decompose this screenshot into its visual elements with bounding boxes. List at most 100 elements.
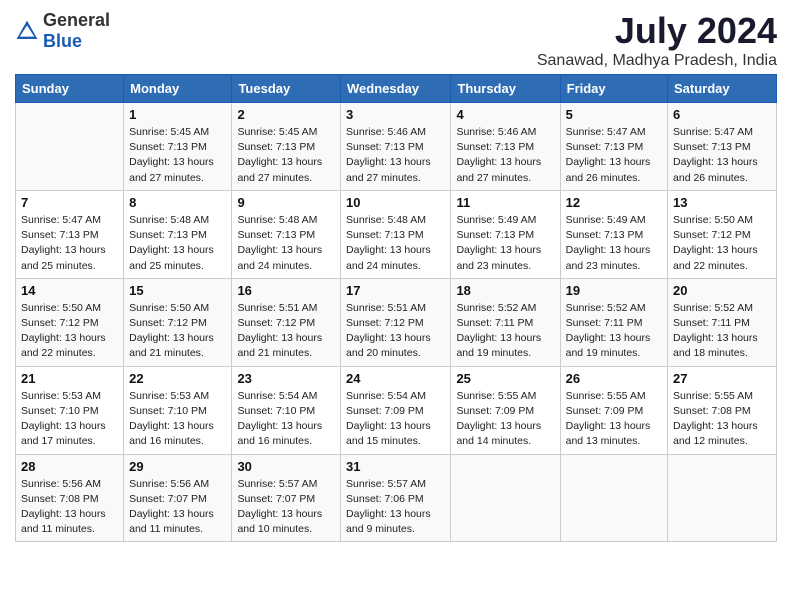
calendar-cell: 25 Sunrise: 5:55 AM Sunset: 7:09 PM Dayli… [451, 366, 560, 454]
calendar-cell: 4 Sunrise: 5:46 AM Sunset: 7:13 PM Daylig… [451, 103, 560, 191]
calendar-cell: 18Sunrise: 5:52 AM Sunset: 7:11 PM Dayli… [451, 278, 560, 366]
column-header-monday: Monday [124, 75, 232, 103]
day-number: 22 [129, 371, 226, 386]
cell-info: Sunrise: 5:45 AM Sunset: 7:13 PM Dayligh… [129, 125, 226, 186]
cell-info: Sunrise: 5:55 AM Sunset: 7:08 PM Dayligh… [673, 389, 771, 450]
calendar-table: SundayMondayTuesdayWednesdayThursdayFrid… [15, 74, 777, 542]
calendar-cell: 3Sunrise: 5:46 AM Sunset: 7:13 PM Daylig… [341, 103, 451, 191]
column-header-tuesday: Tuesday [232, 75, 341, 103]
calendar-cell: 11Sunrise: 5:49 AM Sunset: 7:13 PM Dayli… [451, 190, 560, 278]
day-number: 8 [129, 195, 226, 210]
cell-info: Sunrise: 5:53 AM Sunset: 7:10 PM Dayligh… [21, 389, 118, 450]
cell-info: Sunrise: 5:55 AM Sunset: 7:09 PM Dayligh… [566, 389, 662, 450]
calendar-cell: 6Sunrise: 5:47 AM Sunset: 7:13 PM Daylig… [668, 103, 777, 191]
calendar-cell: 14 Sunrise: 5:50 AM Sunset: 7:12 PM Dayli… [16, 278, 124, 366]
day-number: 14 [21, 283, 118, 298]
calendar-cell: 21 Sunrise: 5:53 AM Sunset: 7:10 PM Dayli… [16, 366, 124, 454]
cell-info: Sunrise: 5:52 AM Sunset: 7:11 PM Dayligh… [566, 301, 662, 362]
calendar-cell: 9 Sunrise: 5:48 AM Sunset: 7:13 PM Daylig… [232, 190, 341, 278]
calendar-cell: 7 Sunrise: 5:47 AM Sunset: 7:13 PM Daylig… [16, 190, 124, 278]
cell-info: Sunrise: 5:47 AM Sunset: 7:13 PM Dayligh… [21, 213, 118, 274]
day-number: 10 [346, 195, 445, 210]
calendar-cell [16, 103, 124, 191]
cell-info: Sunrise: 5:55 AM Sunset: 7:09 PM Dayligh… [456, 389, 554, 450]
day-number: 12 [566, 195, 662, 210]
day-number: 26 [566, 371, 662, 386]
calendar-header-row: SundayMondayTuesdayWednesdayThursdayFrid… [16, 75, 777, 103]
header-section: General Blue July 2024 Sanawad, Madhya P… [15, 10, 777, 70]
cell-info: Sunrise: 5:48 AM Sunset: 7:13 PM Dayligh… [129, 213, 226, 274]
cell-info: Sunrise: 5:52 AM Sunset: 7:11 PM Dayligh… [456, 301, 554, 362]
calendar-cell: 17 Sunrise: 5:51 AM Sunset: 7:12 PM Dayli… [341, 278, 451, 366]
logo: General Blue [15, 10, 110, 52]
calendar-cell: 15 Sunrise: 5:50 AM Sunset: 7:12 PM Dayli… [124, 278, 232, 366]
calendar-cell: 20 Sunrise: 5:52 AM Sunset: 7:11 PM Dayli… [668, 278, 777, 366]
column-header-saturday: Saturday [668, 75, 777, 103]
calendar-week-2: 7 Sunrise: 5:47 AM Sunset: 7:13 PM Daylig… [16, 190, 777, 278]
cell-info: Sunrise: 5:50 AM Sunset: 7:12 PM Dayligh… [21, 301, 118, 362]
calendar-cell [668, 454, 777, 542]
calendar-week-5: 28Sunrise: 5:56 AM Sunset: 7:08 PM Dayli… [16, 454, 777, 542]
calendar-week-3: 14 Sunrise: 5:50 AM Sunset: 7:12 PM Dayli… [16, 278, 777, 366]
title-section: July 2024 Sanawad, Madhya Pradesh, India [537, 10, 777, 70]
day-number: 17 [346, 283, 445, 298]
calendar-cell: 29 Sunrise: 5:56 AM Sunset: 7:07 PM Dayli… [124, 454, 232, 542]
calendar-cell: 28Sunrise: 5:56 AM Sunset: 7:08 PM Dayli… [16, 454, 124, 542]
day-number: 21 [21, 371, 118, 386]
calendar-cell: 30Sunrise: 5:57 AM Sunset: 7:07 PM Dayli… [232, 454, 341, 542]
cell-info: Sunrise: 5:51 AM Sunset: 7:12 PM Dayligh… [346, 301, 445, 362]
day-number: 11 [456, 195, 554, 210]
day-number: 1 [129, 107, 226, 122]
column-header-wednesday: Wednesday [341, 75, 451, 103]
day-number: 24 [346, 371, 445, 386]
calendar-week-4: 21 Sunrise: 5:53 AM Sunset: 7:10 PM Dayli… [16, 366, 777, 454]
calendar-cell: 26 Sunrise: 5:55 AM Sunset: 7:09 PM Dayli… [560, 366, 667, 454]
cell-info: Sunrise: 5:49 AM Sunset: 7:13 PM Dayligh… [566, 213, 662, 274]
day-number: 9 [237, 195, 335, 210]
cell-info: Sunrise: 5:45 AM Sunset: 7:13 PM Dayligh… [237, 125, 335, 186]
calendar-cell: 16Sunrise: 5:51 AM Sunset: 7:12 PM Dayli… [232, 278, 341, 366]
calendar-cell: 24 Sunrise: 5:54 AM Sunset: 7:09 PM Dayli… [341, 366, 451, 454]
day-number: 20 [673, 283, 771, 298]
day-number: 2 [237, 107, 335, 122]
cell-info: Sunrise: 5:57 AM Sunset: 7:07 PM Dayligh… [237, 477, 335, 538]
day-number: 3 [346, 107, 445, 122]
cell-info: Sunrise: 5:54 AM Sunset: 7:10 PM Dayligh… [237, 389, 335, 450]
calendar-cell: 8 Sunrise: 5:48 AM Sunset: 7:13 PM Daylig… [124, 190, 232, 278]
day-number: 4 [456, 107, 554, 122]
cell-info: Sunrise: 5:52 AM Sunset: 7:11 PM Dayligh… [673, 301, 771, 362]
cell-info: Sunrise: 5:46 AM Sunset: 7:13 PM Dayligh… [456, 125, 554, 186]
subtitle: Sanawad, Madhya Pradesh, India [537, 52, 777, 70]
day-number: 29 [129, 459, 226, 474]
calendar-cell: 27 Sunrise: 5:55 AM Sunset: 7:08 PM Dayli… [668, 366, 777, 454]
calendar-cell: 10 Sunrise: 5:48 AM Sunset: 7:13 PM Dayli… [341, 190, 451, 278]
cell-info: Sunrise: 5:48 AM Sunset: 7:13 PM Dayligh… [346, 213, 445, 274]
cell-info: Sunrise: 5:54 AM Sunset: 7:09 PM Dayligh… [346, 389, 445, 450]
cell-info: Sunrise: 5:48 AM Sunset: 7:13 PM Dayligh… [237, 213, 335, 274]
cell-info: Sunrise: 5:56 AM Sunset: 7:07 PM Dayligh… [129, 477, 226, 538]
calendar-cell [560, 454, 667, 542]
day-number: 27 [673, 371, 771, 386]
day-number: 31 [346, 459, 445, 474]
calendar-cell: 19 Sunrise: 5:52 AM Sunset: 7:11 PM Dayli… [560, 278, 667, 366]
day-number: 28 [21, 459, 118, 474]
calendar-cell [451, 454, 560, 542]
day-number: 5 [566, 107, 662, 122]
day-number: 19 [566, 283, 662, 298]
calendar-cell: 2 Sunrise: 5:45 AM Sunset: 7:13 PM Daylig… [232, 103, 341, 191]
cell-info: Sunrise: 5:51 AM Sunset: 7:12 PM Dayligh… [237, 301, 335, 362]
day-number: 6 [673, 107, 771, 122]
calendar-week-1: 1 Sunrise: 5:45 AM Sunset: 7:13 PM Daylig… [16, 103, 777, 191]
column-header-friday: Friday [560, 75, 667, 103]
day-number: 23 [237, 371, 335, 386]
day-number: 15 [129, 283, 226, 298]
logo-blue: Blue [43, 31, 82, 51]
column-header-thursday: Thursday [451, 75, 560, 103]
calendar-cell: 31Sunrise: 5:57 AM Sunset: 7:06 PM Dayli… [341, 454, 451, 542]
cell-info: Sunrise: 5:50 AM Sunset: 7:12 PM Dayligh… [129, 301, 226, 362]
cell-info: Sunrise: 5:50 AM Sunset: 7:12 PM Dayligh… [673, 213, 771, 274]
calendar-cell: 12 Sunrise: 5:49 AM Sunset: 7:13 PM Dayli… [560, 190, 667, 278]
column-header-sunday: Sunday [16, 75, 124, 103]
day-number: 7 [21, 195, 118, 210]
day-number: 25 [456, 371, 554, 386]
